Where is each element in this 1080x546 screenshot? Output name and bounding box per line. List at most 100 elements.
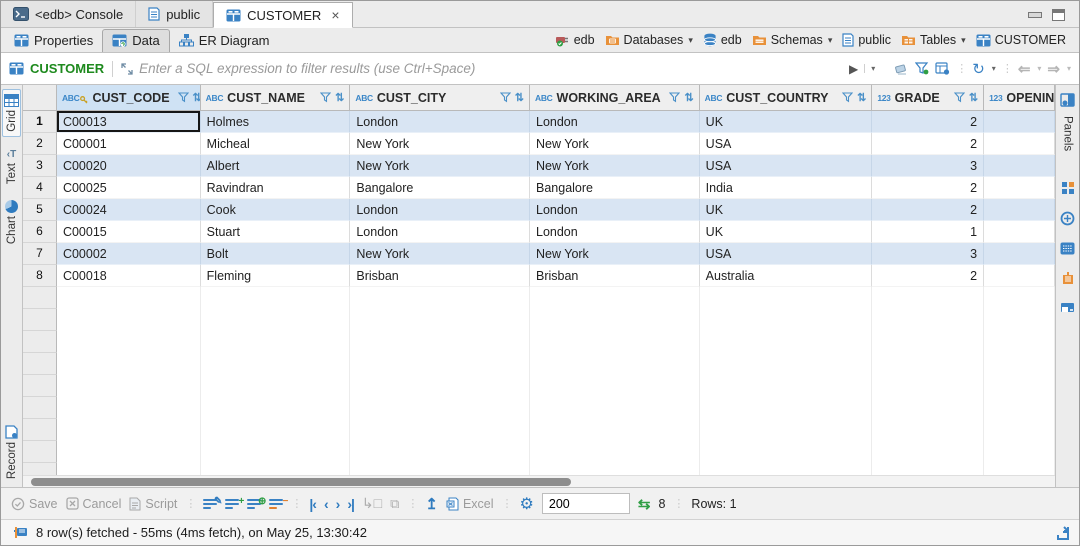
empty-cell[interactable]	[350, 375, 530, 397]
empty-cell[interactable]	[700, 375, 873, 397]
erase-filter-icon[interactable]	[895, 63, 909, 75]
horizontal-scrollbar[interactable]	[23, 475, 1055, 487]
column-header-grade[interactable]: 123GRADE⇅	[872, 85, 984, 111]
empty-cell[interactable]	[530, 309, 700, 331]
apply-filter-icon[interactable]: ▶	[849, 62, 858, 76]
empty-cell[interactable]	[57, 375, 201, 397]
grid-cell[interactable]: New York	[530, 155, 700, 177]
grid-cell[interactable]: C00018	[57, 265, 201, 287]
grid-cell[interactable]: C00025	[57, 177, 201, 199]
filter-history-icon[interactable]: ▾	[864, 64, 875, 73]
grid-cell[interactable]: UK	[700, 111, 873, 133]
row-number[interactable]: 5	[23, 199, 57, 221]
chevron-down-icon[interactable]: ▾	[961, 35, 966, 46]
grid-cell[interactable]: 3	[872, 243, 984, 265]
empty-cell[interactable]	[700, 397, 873, 419]
presentation-record-button[interactable]: Record	[4, 421, 19, 483]
empty-cell[interactable]	[530, 331, 700, 353]
grid-cell[interactable]	[984, 265, 1055, 287]
presentation-text-button[interactable]: ‹TText	[5, 145, 19, 188]
chevron-down-icon[interactable]: ▾	[828, 35, 833, 46]
grid-cell[interactable]: 1	[872, 221, 984, 243]
empty-cell[interactable]	[984, 353, 1055, 375]
empty-cell[interactable]	[201, 353, 351, 375]
empty-cell[interactable]	[57, 309, 201, 331]
column-sort-icon[interactable]: ⇅	[969, 91, 978, 104]
maximize-icon[interactable]	[1052, 9, 1065, 21]
empty-cell[interactable]	[350, 353, 530, 375]
row-number[interactable]: 8	[23, 265, 57, 287]
refresh-icon[interactable]: ↻	[972, 60, 985, 78]
empty-cell[interactable]	[350, 287, 530, 309]
empty-cell[interactable]	[201, 419, 351, 441]
grid-cell[interactable]: 2	[872, 199, 984, 221]
column-sort-icon[interactable]: ⇅	[515, 91, 524, 104]
first-row-icon[interactable]: |‹	[309, 496, 316, 512]
grid-cell[interactable]: Bangalore	[350, 177, 530, 199]
save-button[interactable]: Save	[11, 497, 58, 511]
empty-cell[interactable]	[530, 419, 700, 441]
empty-cell[interactable]	[872, 309, 984, 331]
presentation-chart-button[interactable]: Chart	[4, 196, 19, 248]
grid-cell[interactable]	[984, 111, 1055, 133]
grid-cell[interactable]: C00015	[57, 221, 201, 243]
empty-cell[interactable]	[530, 397, 700, 419]
empty-cell[interactable]	[201, 309, 351, 331]
row-number[interactable]: 7	[23, 243, 57, 265]
calc-panel-button[interactable]	[1059, 238, 1076, 259]
row-number[interactable]	[23, 397, 57, 419]
breadcrumb-item-databases[interactable]: Databases▾	[602, 32, 696, 48]
empty-cell[interactable]	[201, 397, 351, 419]
empty-cell[interactable]	[350, 441, 530, 463]
empty-cell[interactable]	[201, 287, 351, 309]
empty-cell[interactable]	[57, 397, 201, 419]
empty-cell[interactable]	[984, 331, 1055, 353]
column-sort-icon[interactable]: ⇅	[193, 91, 201, 104]
empty-cell[interactable]	[57, 419, 201, 441]
fetch-size-input[interactable]	[542, 493, 630, 514]
empty-cell[interactable]	[700, 309, 873, 331]
grid-cell[interactable]	[984, 243, 1055, 265]
fetch-all-icon[interactable]: ⧉	[390, 496, 399, 512]
empty-cell[interactable]	[984, 375, 1055, 397]
grid-cell[interactable]: London	[350, 111, 530, 133]
empty-cell[interactable]	[984, 419, 1055, 441]
delete-row-icon[interactable]: −	[269, 499, 283, 509]
scrollbar-thumb[interactable]	[31, 478, 571, 486]
column-header-cust-code[interactable]: ABCCUST_CODE⇅	[57, 85, 201, 111]
grid-cell[interactable]: London	[530, 111, 700, 133]
row-number[interactable]	[23, 331, 57, 353]
column-sort-icon[interactable]: ⇅	[684, 91, 693, 104]
view-tab-er-diagram[interactable]: ER Diagram	[170, 29, 279, 52]
row-number[interactable]	[23, 441, 57, 463]
empty-cell[interactable]	[530, 353, 700, 375]
grid-cell[interactable]: Brisban	[530, 265, 700, 287]
grid-cell[interactable]: 2	[872, 111, 984, 133]
previous-row-icon[interactable]: ‹	[324, 496, 328, 512]
empty-cell[interactable]	[700, 331, 873, 353]
grid-cell[interactable]: UK	[700, 199, 873, 221]
empty-cell[interactable]	[530, 441, 700, 463]
grid-cell[interactable]: New York	[350, 133, 530, 155]
empty-cell[interactable]	[57, 331, 201, 353]
view-tab-properties[interactable]: Properties	[5, 29, 102, 52]
grid-cell[interactable]: London	[350, 199, 530, 221]
empty-cell[interactable]	[872, 287, 984, 309]
empty-cell[interactable]	[872, 375, 984, 397]
empty-cell[interactable]	[872, 353, 984, 375]
grid-cell[interactable]: Bangalore	[530, 177, 700, 199]
empty-cell[interactable]	[530, 287, 700, 309]
breadcrumb-item-schemas[interactable]: Schemas▾	[749, 32, 836, 48]
previous-dropdown-icon[interactable]: ▾	[1037, 64, 1041, 73]
empty-cell[interactable]	[872, 441, 984, 463]
empty-cell[interactable]	[984, 441, 1055, 463]
row-number[interactable]	[23, 309, 57, 331]
editor-tab-customer[interactable]: CUSTOMER×	[213, 2, 352, 28]
empty-cell[interactable]	[350, 419, 530, 441]
export-excel-button[interactable]: Excel	[446, 497, 494, 511]
grid-cell[interactable]	[984, 199, 1055, 221]
row-number[interactable]: 2	[23, 133, 57, 155]
row-number[interactable]	[23, 353, 57, 375]
grid-cell[interactable]: C00020	[57, 155, 201, 177]
row-number[interactable]: 4	[23, 177, 57, 199]
